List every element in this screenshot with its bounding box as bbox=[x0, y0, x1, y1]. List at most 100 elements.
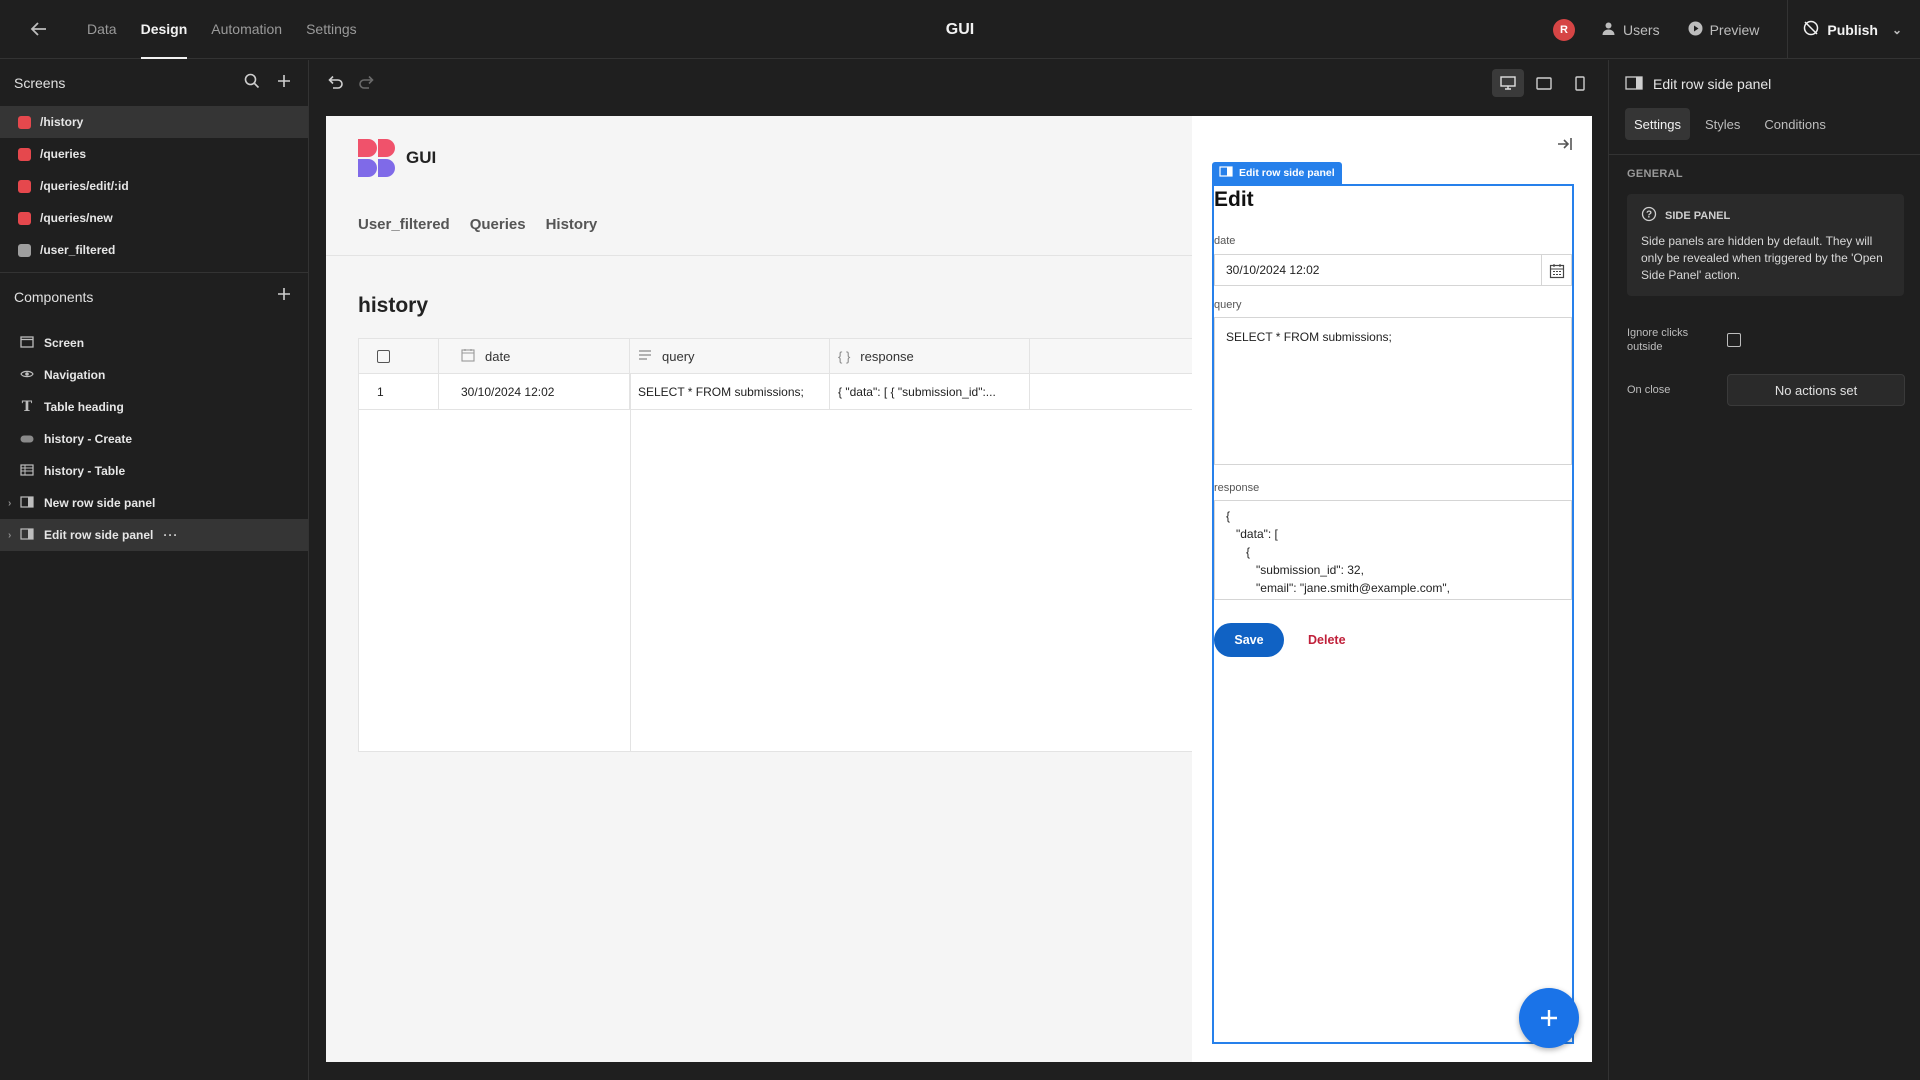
tab-settings[interactable]: Settings bbox=[1625, 108, 1690, 140]
component-label: New row side panel bbox=[44, 496, 156, 510]
screen-item-label: /queries/edit/:id bbox=[40, 179, 129, 193]
component-edit-row-side-panel[interactable]: › Edit row side panel ··· bbox=[0, 519, 308, 551]
tab-design[interactable]: Design bbox=[129, 0, 200, 59]
response-label: response bbox=[1214, 482, 1260, 494]
redo-icon[interactable] bbox=[358, 73, 376, 96]
chevron-right-icon[interactable]: › bbox=[8, 498, 11, 509]
add-component-icon[interactable] bbox=[276, 286, 292, 307]
nav-link-queries[interactable]: Queries bbox=[470, 216, 526, 233]
publish-button[interactable]: Publish ⌄ bbox=[1787, 0, 1920, 59]
column-header-label: date bbox=[485, 349, 511, 364]
selection-outline bbox=[1212, 184, 1574, 1044]
add-screen-icon[interactable] bbox=[276, 73, 292, 94]
ignore-clicks-checkbox[interactable] bbox=[1727, 333, 1741, 347]
on-close-actions-button[interactable]: No actions set bbox=[1727, 374, 1905, 406]
users-button[interactable]: Users bbox=[1601, 21, 1660, 39]
preview-button[interactable]: Preview bbox=[1688, 21, 1760, 39]
component-navigation[interactable]: Navigation bbox=[0, 359, 308, 391]
nav-link-user-filtered[interactable]: User_filtered bbox=[358, 216, 450, 233]
avatar[interactable]: R bbox=[1553, 18, 1576, 41]
screen-item-queries-new[interactable]: /queries/new bbox=[0, 202, 308, 234]
section-general: GENERAL bbox=[1627, 168, 1683, 180]
settings-title: Edit row side panel bbox=[1653, 76, 1772, 92]
json-braces-icon: { } bbox=[838, 349, 851, 364]
date-field[interactable]: 30/10/2024 12:02 bbox=[1214, 254, 1572, 286]
app-logo bbox=[358, 139, 396, 177]
calendar-icon[interactable] bbox=[1541, 255, 1571, 286]
side-panel-info-box: ? SIDE PANEL Side panels are hidden by d… bbox=[1627, 194, 1904, 296]
tab-conditions[interactable]: Conditions bbox=[1755, 108, 1834, 140]
screens-header: Screens bbox=[0, 60, 308, 106]
preview-label: Preview bbox=[1709, 21, 1760, 38]
screen-item-queries-edit[interactable]: /queries/edit/:id bbox=[0, 170, 308, 202]
component-label: Screen bbox=[44, 336, 85, 350]
select-all-checkbox[interactable] bbox=[377, 350, 390, 363]
play-icon bbox=[1688, 21, 1703, 39]
column-header-query[interactable]: query bbox=[630, 339, 830, 374]
column-header-label: response bbox=[860, 349, 914, 364]
response-textarea[interactable]: { "data": [ { "submission_id": 32, "emai… bbox=[1214, 500, 1572, 600]
user-icon bbox=[1601, 21, 1616, 39]
panel-icon bbox=[19, 495, 35, 511]
components-header: Components bbox=[0, 273, 308, 321]
screen-item-queries[interactable]: /queries bbox=[0, 138, 308, 170]
more-options-icon[interactable]: ··· bbox=[163, 528, 178, 542]
delete-button[interactable]: Delete bbox=[1308, 633, 1346, 647]
selected-component-tag[interactable]: Edit row side panel bbox=[1212, 162, 1342, 184]
column-header-label: query bbox=[662, 349, 695, 364]
screen-item-history[interactable]: /history bbox=[0, 106, 308, 138]
collapse-panel-icon[interactable] bbox=[1556, 136, 1574, 157]
back-arrow-icon[interactable] bbox=[28, 18, 50, 40]
left-panel: Screens /history /queries /queries/edit/… bbox=[0, 60, 309, 1080]
app-brand: GUI bbox=[406, 148, 437, 167]
screen-item-label: /history bbox=[40, 115, 84, 129]
save-button[interactable]: Save bbox=[1214, 623, 1284, 657]
screen-list: /history /queries /queries/edit/:id /que… bbox=[0, 106, 308, 266]
date-value: 30/10/2024 12:02 bbox=[1226, 263, 1320, 277]
settings-header: Edit row side panel bbox=[1609, 60, 1920, 108]
query-label: query bbox=[1214, 299, 1242, 311]
selected-component-tag-label: Edit row side panel bbox=[1239, 167, 1335, 179]
select-all-cell bbox=[359, 339, 439, 374]
screens-title: Screens bbox=[14, 75, 66, 91]
eye-icon bbox=[19, 368, 35, 382]
screen-color-swatch bbox=[18, 115, 31, 129]
mobile-icon[interactable] bbox=[1564, 69, 1596, 97]
components-title: Components bbox=[14, 289, 94, 305]
search-icon[interactable] bbox=[244, 73, 260, 94]
component-label: history - Create bbox=[44, 432, 133, 446]
chevron-right-icon[interactable]: › bbox=[8, 530, 11, 541]
screen-item-user-filtered[interactable]: /user_filtered bbox=[0, 234, 308, 266]
tab-data[interactable]: Data bbox=[75, 0, 129, 59]
component-screen[interactable]: Screen bbox=[0, 327, 308, 359]
panel-title: Edit bbox=[1214, 188, 1254, 211]
undo-icon[interactable] bbox=[326, 73, 344, 96]
query-textarea[interactable]: SELECT * FROM submissions; bbox=[1214, 317, 1572, 465]
cell-query: SELECT * FROM submissions; bbox=[630, 374, 830, 410]
nav-link-history[interactable]: History bbox=[546, 216, 598, 233]
component-label: Navigation bbox=[44, 368, 106, 382]
panel-icon bbox=[1219, 166, 1233, 180]
tablet-icon[interactable] bbox=[1528, 69, 1560, 97]
component-history-table[interactable]: history - Table bbox=[0, 455, 308, 487]
component-label: history - Table bbox=[44, 464, 126, 478]
component-history-create[interactable]: history - Create bbox=[0, 423, 308, 455]
screen-color-swatch bbox=[18, 243, 31, 257]
add-component-fab[interactable] bbox=[1519, 988, 1579, 1048]
tab-automation[interactable]: Automation bbox=[199, 0, 294, 59]
column-header-date[interactable]: date bbox=[439, 339, 630, 374]
desktop-icon[interactable] bbox=[1492, 69, 1524, 97]
column-header-response[interactable]: { } response bbox=[830, 339, 1030, 374]
cell-date: 30/10/2024 12:02 bbox=[439, 374, 630, 410]
tab-styles[interactable]: Styles bbox=[1696, 108, 1749, 140]
svg-text:?: ? bbox=[1646, 210, 1652, 221]
button-icon bbox=[19, 432, 35, 446]
tab-settings[interactable]: Settings bbox=[294, 0, 369, 59]
component-label: Edit row side panel bbox=[44, 528, 154, 542]
settings-tabs: Settings Styles Conditions bbox=[1609, 108, 1920, 140]
component-new-row-side-panel[interactable]: › New row side panel bbox=[0, 487, 308, 519]
screen-color-swatch bbox=[18, 179, 31, 193]
ignore-clicks-label: Ignore clicks outside bbox=[1627, 327, 1689, 353]
right-panel: Edit row side panel Settings Styles Cond… bbox=[1608, 60, 1920, 1080]
component-table-heading[interactable]: T Table heading bbox=[0, 391, 308, 423]
